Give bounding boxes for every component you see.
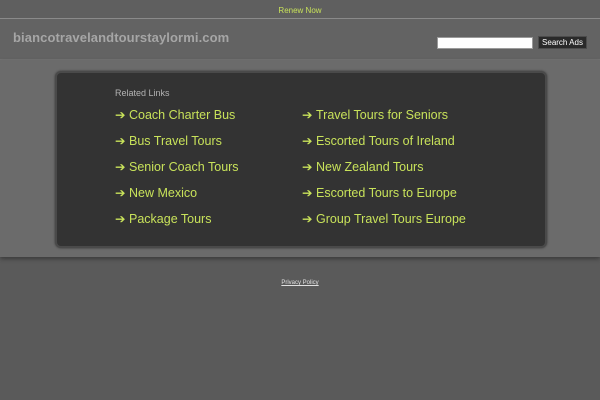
related-link[interactable]: ➔ New Mexico <box>115 185 239 211</box>
arrow-right-icon: ➔ <box>302 186 313 200</box>
renew-now-link[interactable]: Renew Now <box>278 6 321 15</box>
related-link[interactable]: ➔ Package Tours <box>115 211 239 237</box>
related-link-label: Travel Tours for Seniors <box>316 108 448 122</box>
header: biancotravelandtourstaylormi.com Search … <box>0 19 600 60</box>
related-links-heading: Related Links <box>115 88 170 98</box>
related-link-label: Escorted Tours of Ireland <box>316 134 455 148</box>
arrow-right-icon: ➔ <box>302 108 313 122</box>
arrow-right-icon: ➔ <box>302 212 313 226</box>
related-link-label: New Zealand Tours <box>316 160 424 174</box>
related-link-label: New Mexico <box>129 186 198 200</box>
related-link-label: Escorted Tours to Europe <box>316 186 457 200</box>
content-band: Related Links ➔ Coach Charter Bus ➔ Bus Tra… <box>0 60 600 257</box>
related-link[interactable]: ➔ Group Travel Tours Europe <box>302 211 466 237</box>
right-links-column: ➔ Travel Tours for Seniors ➔ Escorted Tours… <box>302 107 466 237</box>
related-link[interactable]: ➔ Travel Tours for Seniors <box>302 107 466 133</box>
arrow-right-icon: ➔ <box>115 186 126 200</box>
related-link[interactable]: ➔ Bus Travel Tours <box>115 133 239 159</box>
left-links-column: ➔ Coach Charter Bus ➔ Bus Travel Tours ➔ Seni… <box>115 107 239 237</box>
search-ads-button[interactable]: Search Ads <box>538 36 587 49</box>
related-links-panel: Related Links ➔ Coach Charter Bus ➔ Bus Tra… <box>55 71 547 248</box>
related-link[interactable]: ➔ Coach Charter Bus <box>115 107 239 133</box>
related-link[interactable]: ➔ New Zealand Tours <box>302 159 466 185</box>
related-link[interactable]: ➔ Escorted Tours of Ireland <box>302 133 466 159</box>
arrow-right-icon: ➔ <box>115 134 126 148</box>
related-link[interactable]: ➔ Senior Coach Tours <box>115 159 239 185</box>
related-link-label: Package Tours <box>129 212 212 226</box>
privacy-policy-link[interactable]: Privacy Policy <box>281 280 318 286</box>
related-link-label: Coach Charter Bus <box>129 108 236 122</box>
arrow-right-icon: ➔ <box>302 134 313 148</box>
footer: Privacy Policy <box>0 280 600 286</box>
domain-title: biancotravelandtourstaylormi.com <box>13 30 230 45</box>
search-input[interactable] <box>437 37 533 49</box>
arrow-right-icon: ➔ <box>115 108 126 122</box>
related-link-label: Senior Coach Tours <box>129 160 239 174</box>
top-bar: Renew Now <box>0 0 600 19</box>
related-link-label: Bus Travel Tours <box>129 134 222 148</box>
related-link-label: Group Travel Tours Europe <box>316 212 466 226</box>
arrow-right-icon: ➔ <box>115 212 126 226</box>
related-link[interactable]: ➔ Escorted Tours to Europe <box>302 185 466 211</box>
arrow-right-icon: ➔ <box>302 160 313 174</box>
arrow-right-icon: ➔ <box>115 160 126 174</box>
